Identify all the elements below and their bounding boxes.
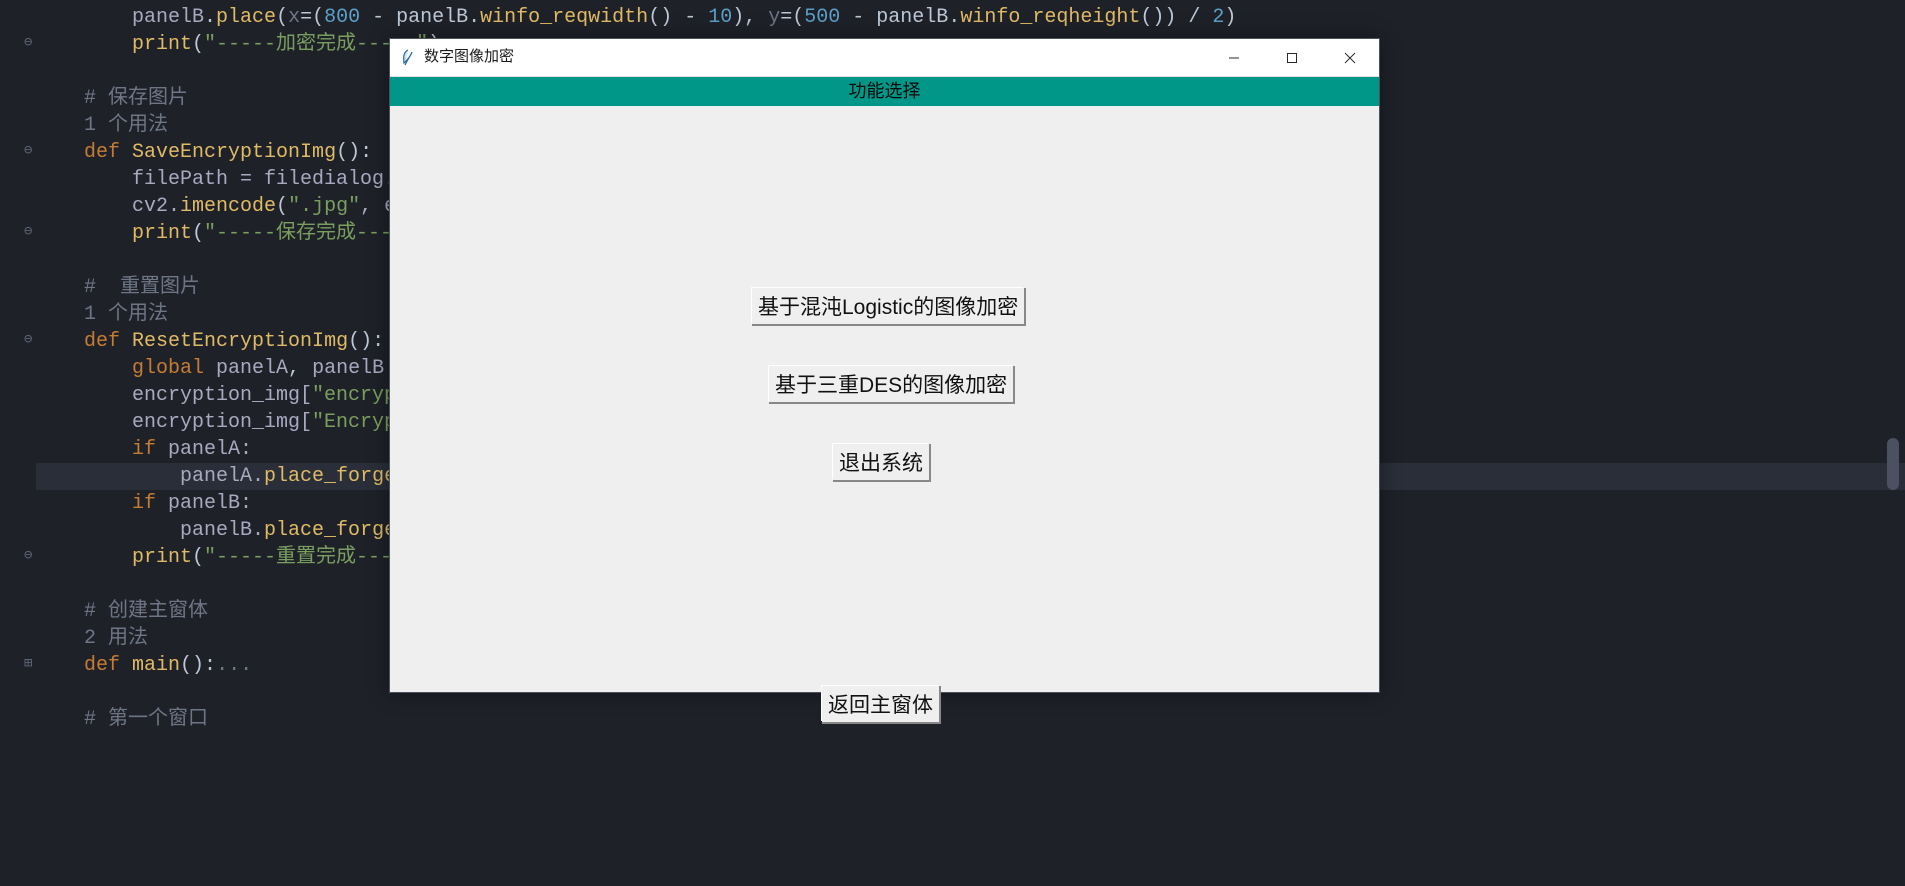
minimize-button[interactable] xyxy=(1205,39,1263,76)
code-token: 500 xyxy=(804,4,840,31)
code-token: # 重置图片 xyxy=(84,274,200,301)
code-token: 1 个用法 xyxy=(84,301,168,328)
code-token: cv2. xyxy=(132,193,180,220)
code-token: y xyxy=(768,4,780,31)
exit-system-button[interactable]: 退出系统 xyxy=(833,444,931,482)
code-line[interactable]: # 第一个窗口 xyxy=(36,706,1905,733)
code-token: global xyxy=(132,355,216,382)
fold-gutter-icon[interactable]: ⊖ xyxy=(24,34,32,53)
editor-scrollbar[interactable] xyxy=(1887,438,1899,560)
code-token: winfo_reqwidth xyxy=(480,4,648,31)
code-token: place_forget xyxy=(264,463,408,490)
des-encrypt-button[interactable]: 基于三重DES的图像加密 xyxy=(769,366,1015,404)
code-token: x xyxy=(288,4,300,31)
code-token: imencode xyxy=(180,193,276,220)
code-token: def xyxy=(84,139,132,166)
code-token: ".jpg" xyxy=(288,193,360,220)
code-token: panelA xyxy=(216,355,288,382)
code-token: =( xyxy=(300,4,324,31)
code-token: encryption_img[ xyxy=(132,409,312,436)
fold-gutter-icon[interactable]: ⊖ xyxy=(24,331,32,350)
code-token: panelB xyxy=(132,4,204,31)
code-token: . xyxy=(204,4,216,31)
code-token: place_forget xyxy=(264,517,408,544)
code-token: print xyxy=(132,31,192,58)
dialog-title: 数字图像加密 xyxy=(424,47,514,67)
fold-gutter-icon[interactable]: ⊖ xyxy=(24,223,32,242)
code-token: () - xyxy=(648,4,708,31)
code-token: panelB: xyxy=(168,490,252,517)
code-token: place xyxy=(216,4,276,31)
code-token: 800 xyxy=(324,4,360,31)
code-token: - panelB. xyxy=(360,4,480,31)
code-token: filePath = filedialog. xyxy=(132,166,396,193)
code-token: ( xyxy=(192,31,204,58)
code-token: ... xyxy=(216,652,252,679)
code-token: ), xyxy=(732,4,768,31)
app-dialog-window: 数字图像加密 功能选择 基于混沌Logistic的图像加密 基于三重DES的图像… xyxy=(389,38,1380,693)
code-token: SaveEncryptionImg xyxy=(132,139,336,166)
code-token: (): xyxy=(336,139,372,166)
code-token: ( xyxy=(192,220,204,247)
code-token: 1 个用法 xyxy=(84,112,168,139)
exit-button-label: 退出系统 xyxy=(839,452,923,475)
logistic-encrypt-button[interactable]: 基于混沌Logistic的图像加密 xyxy=(752,288,1026,326)
des-button-label: 基于三重DES的图像加密 xyxy=(775,374,1007,397)
code-token: (): xyxy=(348,328,384,355)
back-button-label: 返回主窗体 xyxy=(828,694,933,717)
code-token: # 保存图片 xyxy=(84,85,188,112)
code-token: # 第一个窗口 xyxy=(84,706,208,733)
dialog-titlebar[interactable]: 数字图像加密 xyxy=(390,39,1379,77)
code-token: ( xyxy=(276,193,288,220)
code-token: =( xyxy=(780,4,804,31)
code-token: main xyxy=(132,652,180,679)
code-token: print xyxy=(132,544,192,571)
dialog-header-band: 功能选择 xyxy=(390,77,1379,106)
code-token: 2 xyxy=(1212,4,1224,31)
code-token: def xyxy=(84,328,132,355)
maximize-button[interactable] xyxy=(1263,39,1321,76)
header-label: 功能选择 xyxy=(849,79,921,103)
code-token: def xyxy=(84,652,132,679)
code-token: ( xyxy=(192,544,204,571)
code-token: panelB xyxy=(312,355,384,382)
code-token: print xyxy=(132,220,192,247)
back-main-button[interactable]: 返回主窗体 xyxy=(822,686,941,724)
code-token: , xyxy=(288,355,312,382)
scrollbar-thumb[interactable] xyxy=(1887,438,1899,490)
code-token: encryption_img[ xyxy=(132,382,312,409)
code-token: 2 用法 xyxy=(84,625,148,652)
code-token: if xyxy=(132,490,168,517)
code-token: (): xyxy=(180,652,216,679)
code-token: panelA: xyxy=(168,436,252,463)
close-button[interactable] xyxy=(1321,39,1379,76)
code-token: ()) / xyxy=(1140,4,1212,31)
code-token: if xyxy=(132,436,168,463)
code-token: ( xyxy=(276,4,288,31)
code-token: ) xyxy=(1224,4,1236,31)
feather-icon xyxy=(400,48,416,68)
dialog-body: 基于混沌Logistic的图像加密 基于三重DES的图像加密 退出系统 返回主窗… xyxy=(390,106,1379,692)
code-token: panelA. xyxy=(180,463,264,490)
window-controls xyxy=(1205,39,1379,76)
code-token: - panelB. xyxy=(840,4,960,31)
fold-gutter-icon[interactable]: ⊖ xyxy=(24,547,32,566)
code-token: winfo_reqheight xyxy=(960,4,1140,31)
fold-gutter-icon[interactable]: ⊖ xyxy=(24,142,32,161)
code-token: 10 xyxy=(708,4,732,31)
code-token: panelB. xyxy=(180,517,264,544)
logistic-button-label: 基于混沌Logistic的图像加密 xyxy=(758,296,1018,319)
code-token: # 创建主窗体 xyxy=(84,598,208,625)
code-line[interactable]: panelB.place(x=(800 - panelB.winfo_reqwi… xyxy=(36,4,1905,31)
code-token: ResetEncryptionImg xyxy=(132,328,348,355)
fold-gutter-icon[interactable]: ⊞ xyxy=(24,655,32,674)
